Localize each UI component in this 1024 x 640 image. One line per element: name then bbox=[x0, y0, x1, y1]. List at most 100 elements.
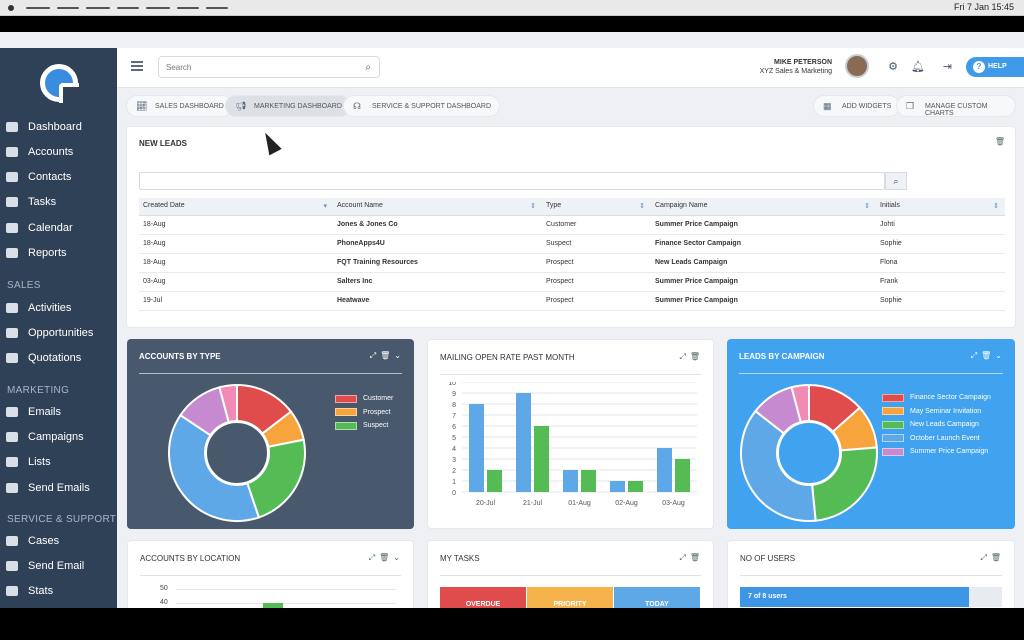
os-menu-item[interactable] bbox=[146, 7, 170, 9]
sidebar-item-contacts[interactable]: Contacts bbox=[0, 166, 117, 188]
bar[interactable] bbox=[534, 426, 549, 492]
trash-icon[interactable]: 🗑︎ bbox=[380, 351, 394, 360]
filter-search-icon[interactable]: ⌕ bbox=[885, 172, 907, 190]
bar[interactable] bbox=[487, 470, 502, 492]
sort-icon[interactable]: ⇕ bbox=[864, 202, 870, 210]
chevron-down-icon[interactable]: ⌄ bbox=[995, 351, 1006, 360]
sidebar-item-campaigns[interactable]: Campaigns bbox=[0, 426, 117, 448]
sidebar-item-emails[interactable]: Emails bbox=[0, 401, 117, 423]
trash-icon[interactable]: 🗑︎ bbox=[995, 137, 1005, 146]
logout-icon[interactable]: ⇥ bbox=[943, 60, 952, 73]
widget-tools[interactable]: ⤢🗑︎⌄ bbox=[971, 351, 1006, 361]
bell-icon[interactable]: 🔔︎ bbox=[911, 60, 925, 73]
table-cell: Flona bbox=[876, 253, 1005, 273]
legend-entry[interactable]: Suspect bbox=[335, 419, 393, 433]
legend-entry[interactable]: May Seminar Invitation bbox=[882, 405, 991, 419]
sidebar-item-calendar[interactable]: Calendar bbox=[0, 217, 117, 239]
os-menu-item[interactable] bbox=[117, 7, 139, 9]
sidebar-item-activities[interactable]: Activities bbox=[0, 297, 117, 319]
column-header[interactable]: Account Name ⇕ bbox=[333, 198, 542, 216]
sidebar-item-stats[interactable]: Stats bbox=[0, 580, 117, 602]
column-header[interactable]: Initials ⇕ bbox=[876, 198, 1005, 216]
sort-icon[interactable]: ⇕ bbox=[639, 202, 645, 210]
sidebar-item-dashboard[interactable]: Dashboard bbox=[0, 116, 117, 138]
expand-icon[interactable]: ⤢ bbox=[370, 351, 380, 360]
column-header[interactable]: Created Date ▾ bbox=[139, 198, 333, 216]
sidebar-item-send-emails[interactable]: Send Emails bbox=[0, 477, 117, 499]
legend-entry[interactable]: Customer bbox=[335, 392, 393, 406]
trash-icon[interactable]: 🗑︎ bbox=[991, 553, 1005, 562]
table-filter-input[interactable] bbox=[139, 172, 885, 190]
tab-service-support-dashboard[interactable]: ☊ SERVICE & SUPPORT DASHBOARD bbox=[343, 95, 501, 117]
trash-icon[interactable]: 🗑︎ bbox=[690, 352, 704, 361]
legend-entry[interactable]: New Leads Campaign bbox=[882, 418, 991, 432]
tab-marketing-dashboard[interactable]: 📢︎ MARKETING DASHBOARD bbox=[225, 95, 351, 117]
sidebar-item-cases[interactable]: Cases bbox=[0, 530, 117, 552]
hamburger-menu-icon[interactable] bbox=[131, 61, 143, 71]
tab-priority[interactable]: PRIORITY bbox=[527, 587, 613, 608]
trash-icon[interactable]: 🗑︎ bbox=[690, 553, 704, 562]
bar[interactable] bbox=[610, 481, 625, 492]
expand-icon[interactable]: ⤢ bbox=[679, 553, 689, 562]
manage-custom-charts-button[interactable]: ❐ MANAGE CUSTOM CHARTS bbox=[896, 95, 1016, 117]
bar[interactable] bbox=[628, 481, 643, 492]
settings-icon[interactable]: ⚙ bbox=[888, 60, 898, 73]
bar[interactable] bbox=[516, 393, 531, 492]
sidebar-item-lists[interactable]: Lists bbox=[0, 451, 117, 473]
bar[interactable] bbox=[657, 448, 672, 492]
chevron-down-icon[interactable]: ⌄ bbox=[393, 553, 404, 562]
legend-entry[interactable]: October Launch Event bbox=[882, 432, 991, 446]
sort-icon[interactable]: ⇕ bbox=[993, 202, 999, 210]
trash-icon[interactable]: 🗑︎ bbox=[981, 351, 995, 360]
expand-icon[interactable]: ⤢ bbox=[679, 352, 689, 361]
table-row[interactable]: 18-Aug FQT Training Resources Prospect New … bbox=[139, 253, 1005, 273]
sidebar-item-opportunities[interactable]: Opportunities bbox=[0, 322, 117, 344]
sidebar-item-accounts[interactable]: Accounts bbox=[0, 141, 117, 163]
legend-entry[interactable]: Finance Sector Campaign bbox=[882, 391, 991, 405]
table-row[interactable]: 19-Jul Heatwave Prospect Summer Price Campa… bbox=[139, 291, 1005, 311]
table-row[interactable]: 18-Aug PhoneApps4U Suspect Finance Sector C… bbox=[139, 234, 1005, 254]
trash-icon[interactable]: 🗑︎ bbox=[379, 553, 393, 562]
expand-icon[interactable]: ⤢ bbox=[971, 351, 981, 360]
os-menu-item[interactable] bbox=[206, 7, 228, 9]
expand-icon[interactable]: ⤢ bbox=[980, 553, 990, 562]
table-row[interactable]: 03-Aug Salters Inc Prospect Summer Price Ca… bbox=[139, 272, 1005, 292]
chevron-down-icon[interactable]: ⌄ bbox=[394, 351, 405, 360]
sort-icon[interactable]: ⇕ bbox=[530, 202, 536, 210]
os-menu-item[interactable] bbox=[177, 7, 199, 9]
widget-tools[interactable]: ⤢🗑︎ bbox=[679, 553, 704, 563]
widget-tools[interactable]: ⤢🗑︎⌄ bbox=[369, 553, 404, 563]
legend-entry[interactable]: Summer Price Campaign bbox=[882, 445, 991, 459]
bar[interactable] bbox=[469, 404, 484, 492]
tab-today[interactable]: TODAY bbox=[614, 587, 700, 608]
add-widgets-button[interactable]: ▦ ADD WIDGETS bbox=[813, 95, 901, 117]
sidebar-item-quotations[interactable]: Quotations bbox=[0, 347, 117, 369]
os-menu-item[interactable] bbox=[57, 7, 79, 9]
sidebar-item-reports[interactable]: Reports bbox=[0, 242, 117, 264]
help-button[interactable]: ? HELP bbox=[966, 57, 1024, 77]
bar[interactable] bbox=[675, 459, 690, 492]
tab-overdue[interactable]: OVERDUE bbox=[440, 587, 526, 608]
legend-label: October Launch Event bbox=[910, 434, 980, 442]
widget-tools[interactable]: ⤢🗑︎⌄ bbox=[370, 351, 405, 361]
bar[interactable] bbox=[563, 470, 578, 492]
legend-entry[interactable]: Prospect bbox=[335, 406, 393, 420]
os-menu-item[interactable] bbox=[86, 7, 110, 9]
column-header[interactable]: Type ⇕ bbox=[542, 198, 651, 216]
widget-tools[interactable]: ⤢🗑︎ bbox=[980, 553, 1005, 563]
avatar[interactable] bbox=[845, 54, 869, 78]
column-header[interactable]: Campaign Name ⇕ bbox=[651, 198, 876, 216]
os-menu-item[interactable] bbox=[26, 7, 50, 9]
tab-sales-dashboard[interactable]: 📈︎ SALES DASHBOARD bbox=[126, 95, 233, 117]
user-info[interactable]: MIKE PETERSON XYZ Sales & Marketing bbox=[760, 58, 832, 76]
expand-icon[interactable]: ⤢ bbox=[369, 553, 379, 562]
search-input[interactable]: Search ⌕ bbox=[158, 56, 380, 78]
bar[interactable] bbox=[581, 470, 596, 492]
search-icon[interactable]: ⌕ bbox=[365, 62, 371, 73]
table-row[interactable]: 18-Aug Jones & Jones Co Customer Summer Pri… bbox=[139, 215, 1005, 235]
sidebar-item-tasks[interactable]: Tasks bbox=[0, 191, 117, 213]
legend-label: Finance Sector Campaign bbox=[910, 394, 991, 402]
sidebar-item-send-email[interactable]: Send Email bbox=[0, 555, 117, 577]
sort-icon[interactable]: ▾ bbox=[323, 202, 327, 210]
widget-tools[interactable]: ⤢🗑︎ bbox=[679, 352, 704, 362]
